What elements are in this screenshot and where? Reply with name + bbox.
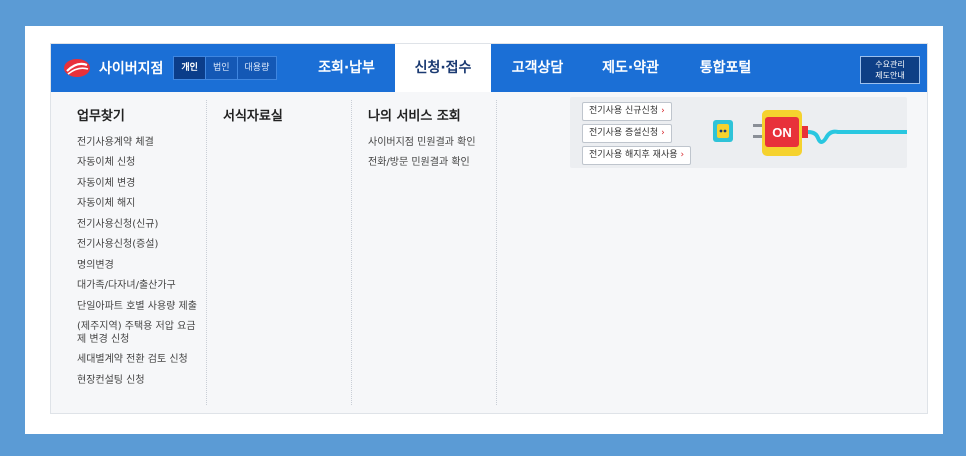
link-jeju-rate-change[interactable]: (제주지역) 주택용 저압 요금: [77, 320, 196, 333]
link-jeju-rate-change-cont[interactable]: 제 변경 신청: [77, 333, 129, 346]
link-new-service[interactable]: 전기사용신청(신규): [77, 218, 158, 231]
menu-customer-support[interactable]: 고객상담: [491, 44, 584, 92]
demand-management-button[interactable]: 수요관리 제도안내: [860, 56, 920, 84]
chevron-right-icon: ›: [661, 106, 665, 116]
link-name-change[interactable]: 명의변경: [77, 259, 114, 272]
link-cyber-branch-result[interactable]: 사이버지점 민원결과 확인: [368, 136, 476, 149]
link-large-family[interactable]: 대가족/다자녀/출산가구: [77, 279, 176, 292]
menu-application[interactable]: 신청·접수: [395, 44, 491, 92]
promo-capacity-button[interactable]: 전기사용 증설신청 ›: [582, 124, 672, 143]
promo-banner: 전기사용 신규신청 › 전기사용 증설신청 › 전기사용 해지후 재사용 › O…: [570, 97, 907, 168]
column-title-forms[interactable]: 서식자료실: [223, 105, 283, 124]
top-navigation-bar: 사이버지점 개인 법인 대용량 조회·납부 신청·접수 고객상담 제도·약관 통…: [51, 44, 927, 92]
promo-reuse-button[interactable]: 전기사용 해지후 재사용 ›: [582, 146, 692, 165]
plug-on-label: ON: [772, 125, 792, 140]
link-phone-visit-result[interactable]: 전화/방문 민원결과 확인: [368, 156, 470, 169]
menu-inquiry-payment[interactable]: 조회·납부: [298, 44, 395, 92]
segment-corporate[interactable]: 법인: [204, 57, 237, 79]
brand-name[interactable]: 사이버지점: [99, 58, 163, 78]
customer-type-toggle: 개인 법인 대용량: [173, 56, 278, 80]
chevron-right-icon: ›: [680, 150, 685, 160]
cable-icon: [807, 129, 907, 144]
menu-policy-terms[interactable]: 제도·약관: [584, 44, 677, 92]
menu-integrated-portal[interactable]: 통합포털: [677, 44, 774, 92]
link-contract[interactable]: 전기사용계약 체결: [77, 136, 154, 149]
main-menu: 조회·납부 신청·접수 고객상담 제도·약관 통합포털: [298, 44, 774, 92]
link-autopay-apply[interactable]: 자동이체 신청: [77, 156, 135, 169]
column-title-task-finder: 업무찾기: [77, 109, 125, 124]
demand-button-line2: 제도안내: [875, 71, 905, 80]
column-my-services: 나의 서비스 조회 사이버지점 민원결과 확인 전화/방문 민원결과 확인: [352, 92, 496, 413]
mega-menu-panel: 업무찾기 전기사용계약 체결 자동이체 신청 자동이체 변경 자동이체 해지 전…: [51, 92, 927, 413]
demand-button-line1: 수요관리: [875, 60, 905, 69]
screenshot-frame: 사이버지점 개인 법인 대용량 조회·납부 신청·접수 고객상담 제도·약관 통…: [25, 26, 943, 434]
segment-large-volume[interactable]: 대용량: [236, 57, 277, 79]
link-autopay-change[interactable]: 자동이체 변경: [77, 177, 135, 190]
promo-button-label: 전기사용 신규신청: [589, 106, 659, 116]
column-forms: 서식자료실: [207, 92, 351, 413]
column-title-my-services: 나의 서비스 조회: [368, 109, 461, 124]
column-divider: [496, 100, 497, 405]
power-plug-illustration: ON: [713, 110, 907, 156]
link-onsite-consulting[interactable]: 현장컨설팅 신청: [77, 374, 145, 387]
promo-new-service-button[interactable]: 전기사용 신규신청 ›: [582, 102, 672, 121]
promo-button-label: 전기사용 해지후 재사용: [589, 150, 678, 160]
brand-area: 사이버지점 개인 법인 대용량: [63, 53, 278, 83]
column-task-finder: 업무찾기 전기사용계약 체결 자동이체 신청 자동이체 변경 자동이체 해지 전…: [51, 92, 206, 413]
site-header: 사이버지점 개인 법인 대용량 조회·납부 신청·접수 고객상담 제도·약관 통…: [50, 43, 928, 414]
link-autopay-cancel[interactable]: 자동이체 해지: [77, 197, 135, 210]
link-capacity-increase[interactable]: 전기사용신청(증설): [77, 238, 158, 251]
chevron-right-icon: ›: [661, 128, 665, 138]
promo-button-label: 전기사용 증설신청: [589, 128, 659, 138]
segment-personal[interactable]: 개인: [174, 57, 205, 79]
link-household-contract[interactable]: 세대별계약 전환 검토 신청: [77, 353, 188, 366]
link-apartment-usage[interactable]: 단일아파트 호별 사용량 제출: [77, 300, 197, 313]
kepco-logo-icon: [64, 59, 90, 77]
